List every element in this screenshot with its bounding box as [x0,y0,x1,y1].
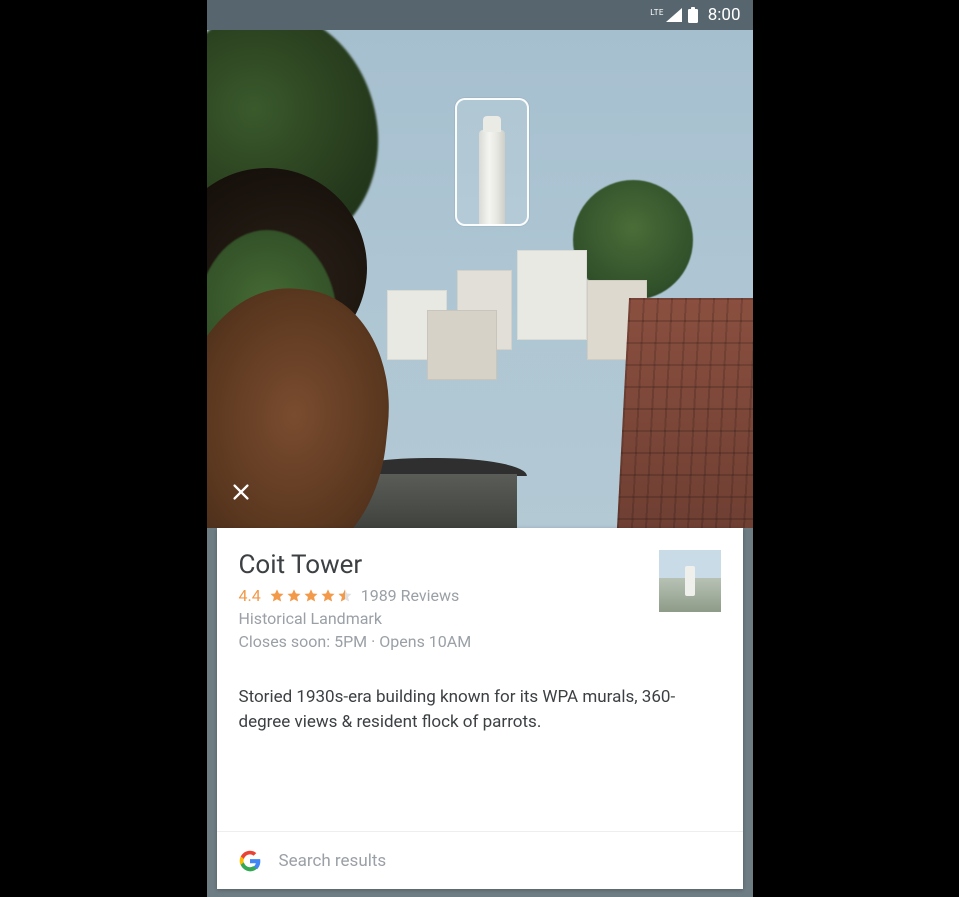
result-card[interactable]: Coit Tower 4.4 1989 Review [217,528,743,889]
rating-stars [269,588,353,604]
star-icon [286,588,302,604]
category-label: Historical Landmark [239,609,472,628]
search-results-button[interactable]: Search results [217,831,743,889]
star-icon [303,588,319,604]
cell-signal-icon [666,8,682,22]
result-card-body: Coit Tower 4.4 1989 Review [239,550,472,651]
google-logo-icon [239,850,261,872]
lens-viewport[interactable] [207,30,753,528]
network-type-label: LTE [650,8,663,17]
result-description: Storied 1930s-era building known for its… [239,685,721,734]
close-button[interactable] [225,478,257,510]
status-bar: LTE 8:00 [207,0,753,30]
phone-frame: LTE 8:00 [207,0,753,897]
reviews-count: 1989 Reviews [361,586,460,605]
detection-bounding-box[interactable] [455,98,529,226]
clock-label: 8:00 [708,5,741,25]
battery-icon [688,7,698,23]
rating-row: 4.4 1989 Reviews [239,586,472,605]
close-icon [230,481,252,507]
result-thumbnail[interactable] [659,550,721,612]
search-results-label: Search results [279,851,387,871]
star-half-icon [337,588,353,604]
result-title: Coit Tower [239,550,472,580]
rating-value: 4.4 [239,586,261,605]
star-icon [269,588,285,604]
hours-label: Closes soon: 5PM · Opens 10AM [239,632,472,651]
star-icon [320,588,336,604]
